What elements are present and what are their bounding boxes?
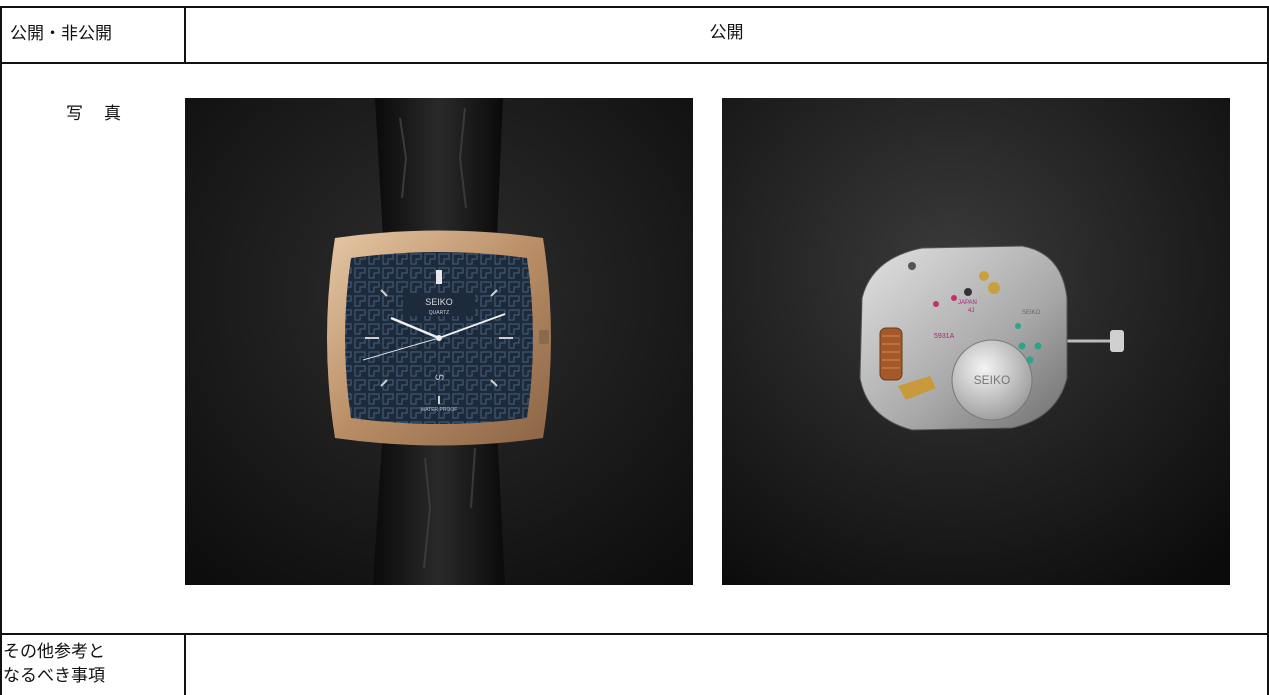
border-left bbox=[0, 6, 2, 695]
photo-label: 写 真 bbox=[66, 104, 123, 124]
crown bbox=[539, 330, 549, 344]
watch-photo: SEIKO QUARTZ WATER PROOF ഗ bbox=[185, 98, 693, 585]
border-row2-bottom bbox=[0, 633, 1269, 635]
movement-photo: SEIKO JAPAN 4J 5931A SEIKO bbox=[722, 98, 1230, 585]
notes-label-line2: なるべき事項 bbox=[3, 666, 105, 686]
record-sheet: 公開・非公開 公開 写 真 SEIKO QUARTZ WATER PROOF ഗ… bbox=[0, 0, 1269, 695]
movement-illustration: SEIKO JAPAN 4J 5931A SEIKO bbox=[722, 98, 1230, 585]
strap-bottom bbox=[373, 428, 505, 585]
svg-text:SEIKO: SEIKO bbox=[1022, 310, 1041, 316]
column-divider-row3 bbox=[184, 633, 186, 695]
notes-label-line1: その他参考と bbox=[3, 642, 105, 662]
svg-text:QUARTZ: QUARTZ bbox=[429, 310, 449, 316]
svg-text:SEIKO: SEIKO bbox=[974, 373, 1011, 387]
strap-top bbox=[375, 98, 503, 238]
svg-text:WATER PROOF: WATER PROOF bbox=[421, 407, 458, 413]
border-row1-bottom bbox=[0, 62, 1269, 64]
movement-crown bbox=[1110, 330, 1124, 352]
svg-text:5931A: 5931A bbox=[934, 333, 955, 340]
disclosure-label: 公開・非公開 bbox=[10, 24, 112, 44]
border-top bbox=[0, 6, 1269, 8]
svg-text:JAPAN: JAPAN bbox=[958, 300, 977, 306]
disclosure-value: 公開 bbox=[709, 23, 744, 43]
watch-illustration: SEIKO QUARTZ WATER PROOF ഗ bbox=[185, 98, 693, 585]
svg-text:4J: 4J bbox=[968, 308, 974, 314]
svg-text:ഗ: ഗ bbox=[434, 372, 444, 383]
svg-text:SEIKO: SEIKO bbox=[425, 297, 453, 307]
